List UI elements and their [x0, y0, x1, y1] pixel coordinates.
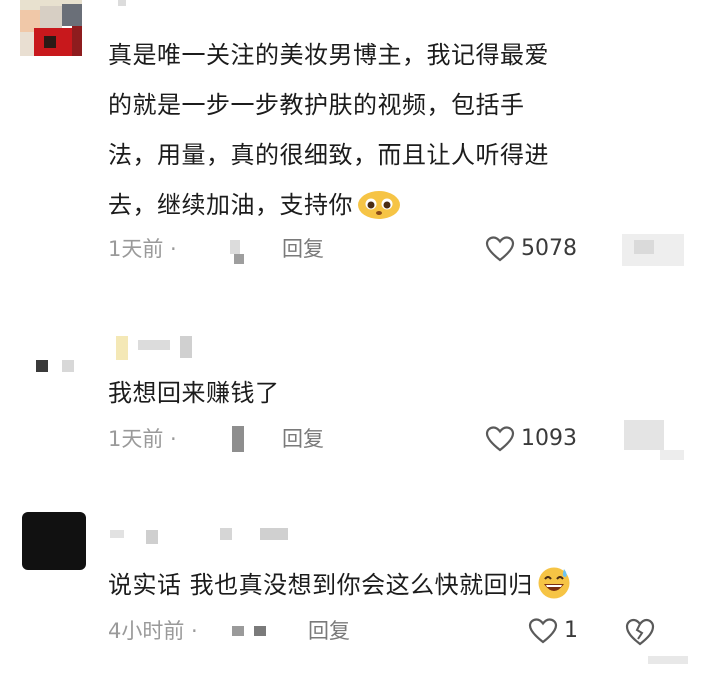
redacted-block — [254, 626, 266, 636]
timestamp: 1天前 · — [108, 237, 177, 261]
broken-heart-icon — [625, 618, 655, 646]
redacted-block — [648, 656, 688, 664]
like-count: 1 — [564, 618, 578, 643]
redacted-block — [624, 420, 664, 450]
comment-item: 我想回来赚钱了 1天前 · 回复 1093 — [0, 300, 714, 480]
avatar[interactable] — [22, 512, 86, 570]
like-count: 1093 — [521, 426, 577, 451]
redacted-block — [232, 426, 244, 452]
comment-item: 说实话 我也真没想到你会这么快就回归 4小时前 · 回复 1 — [0, 480, 714, 684]
reply-button[interactable]: 回复 — [282, 234, 324, 264]
heart-outline-icon — [485, 426, 515, 452]
comment-item: 真是唯一关注的美妆男博主，我记得最爱 的就是一步一步教护肤的视频，包括手 法，用… — [0, 0, 714, 300]
redacted-block — [230, 240, 240, 254]
username-redacted[interactable] — [110, 524, 300, 548]
timestamp: 1天前 · — [108, 427, 177, 451]
heart-outline-icon — [528, 618, 558, 644]
comment-text: 真是唯一关注的美妆男博主，我记得最爱 的就是一步一步教护肤的视频，包括手 法，用… — [108, 30, 668, 237]
comment-text: 说实话 我也真没想到你会这么快就回归 — [108, 560, 668, 617]
comment-meta: 4小时前 · 回复 — [108, 616, 688, 646]
reply-button[interactable]: 回复 — [282, 424, 324, 454]
like-count: 5078 — [521, 236, 577, 261]
redacted-block — [634, 240, 654, 254]
like-button[interactable]: 1093 — [485, 424, 595, 454]
username-redacted[interactable] — [110, 336, 200, 360]
like-button[interactable]: 5078 — [485, 234, 595, 264]
comment-text: 我想回来赚钱了 — [108, 379, 280, 407]
comment-meta: 1天前 · 回复 — [108, 424, 688, 454]
reply-button[interactable]: 回复 — [308, 616, 350, 646]
username-redacted[interactable] — [118, 0, 126, 6]
heart-outline-icon — [485, 236, 515, 262]
avatar[interactable] — [20, 0, 82, 56]
redacted-block — [660, 450, 684, 460]
comment-meta: 1天前 · 回复 — [108, 234, 688, 264]
redacted-block — [232, 626, 244, 636]
pleading-face-emoji — [357, 187, 401, 237]
grinning-sweat-emoji — [537, 566, 571, 617]
timestamp: 4小时前 · — [108, 619, 198, 643]
redacted-block — [234, 254, 244, 264]
like-button[interactable]: 1 — [528, 616, 588, 646]
dislike-button[interactable] — [624, 616, 658, 646]
avatar[interactable] — [30, 356, 80, 376]
